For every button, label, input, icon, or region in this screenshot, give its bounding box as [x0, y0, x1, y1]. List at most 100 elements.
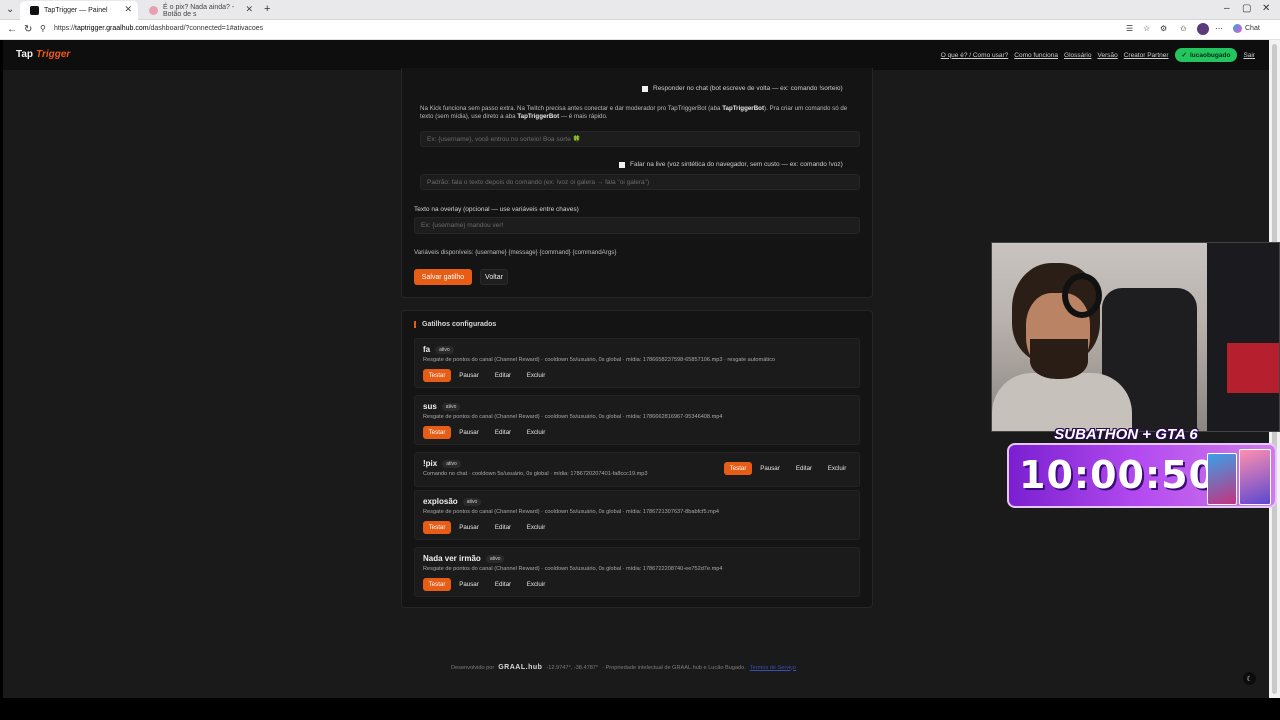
- available-variables: Variáveis disponíveis: {username} {messa…: [414, 249, 617, 256]
- edit-button[interactable]: Editar: [489, 369, 517, 382]
- close-icon[interactable]: ✕: [245, 4, 253, 15]
- theme-toggle-moon-icon[interactable]: ☾: [1243, 672, 1256, 685]
- url-field[interactable]: https://taptrigger.graalhub.com/dashboar…: [54, 25, 263, 32]
- triggers-card: Gatilhos configurados fa ativo Resgate de…: [401, 310, 873, 608]
- pause-button[interactable]: Pausar: [455, 369, 483, 382]
- tab-pix[interactable]: É o pix? Nada ainda? - Botão de s ✕: [139, 1, 259, 20]
- cam-beard: [1030, 339, 1088, 379]
- user-badge[interactable]: ✓ lucaobugado: [1174, 48, 1238, 62]
- trigger-name: Nada ver irmão ativo: [423, 554, 505, 563]
- graal-logo[interactable]: GRAAL.hub: [498, 664, 542, 671]
- avatar[interactable]: [1197, 23, 1209, 35]
- reload-icon[interactable]: ↻: [24, 25, 32, 35]
- nav-how-it-works[interactable]: Como funciona: [1014, 52, 1058, 59]
- note-bold: TapTriggerBot: [517, 113, 560, 120]
- nav-creator-partner[interactable]: Creator Partner: [1124, 52, 1169, 59]
- taptrigger-favicon-icon: [30, 6, 39, 15]
- platform-note: Na Kick funciona sem passo extra. Na Twi…: [420, 105, 860, 121]
- site-logo[interactable]: Tap Trigger: [16, 49, 70, 60]
- headset-icon: [1062, 273, 1102, 318]
- logo-trigger: Trigger: [36, 49, 71, 60]
- trigger-name: !pix ativo: [423, 459, 461, 468]
- test-button[interactable]: Testar: [423, 369, 451, 382]
- delete-button[interactable]: Excluir: [522, 521, 550, 534]
- delete-button[interactable]: Excluir: [522, 369, 550, 382]
- checkbox-label: Falar na live (voz sintética do navegado…: [630, 161, 843, 168]
- trigger-description: Resgate de pontos do canal (Channel Rewa…: [423, 509, 720, 515]
- reader-icon[interactable]: ☰: [1126, 25, 1133, 33]
- new-tab-icon[interactable]: +: [264, 4, 270, 15]
- overlay-text-input[interactable]: Ex: {username} mandou ver!: [414, 217, 860, 234]
- trigger-form-card: Responder no chat (bot escreve de volta …: [401, 68, 873, 298]
- copilot-icon: [1233, 24, 1242, 33]
- maximize-icon[interactable]: ▢: [1242, 4, 1251, 14]
- edit-button[interactable]: Editar: [489, 426, 517, 439]
- logo-tap: Tap: [16, 49, 34, 60]
- edit-button[interactable]: Editar: [790, 462, 818, 475]
- address-bar: ← ↻ ⚲ https://taptrigger.graalhub.com/da…: [0, 20, 1280, 40]
- tts-input[interactable]: Padrão: fala o texto depois do comando (…: [420, 174, 860, 190]
- trigger-name: sus ativo: [423, 402, 461, 411]
- pause-button[interactable]: Pausar: [455, 578, 483, 591]
- username: lucaobugado: [1189, 51, 1231, 59]
- nav-version[interactable]: Versão: [1097, 52, 1117, 59]
- window-close-icon[interactable]: ✕: [1262, 4, 1270, 14]
- trigger-item: sus ativo Resgate de pontos do canal (Cha…: [414, 395, 860, 445]
- chat-reply-input[interactable]: Ex: {username}, você entrou no sorteio! …: [420, 131, 860, 147]
- game-cover: [1207, 453, 1237, 505]
- edit-button[interactable]: Editar: [489, 521, 517, 534]
- url-path: /dashboard/?connected=1#ativacoes: [148, 25, 264, 32]
- test-button[interactable]: Testar: [423, 426, 451, 439]
- trigger-name-text: sus: [423, 402, 437, 411]
- speak-live-checkbox[interactable]: Falar na live (voz sintética do navegado…: [619, 161, 843, 168]
- minimize-icon[interactable]: –: [1224, 4, 1230, 14]
- status-badge: ativo: [462, 497, 482, 506]
- pause-button[interactable]: Pausar: [756, 462, 784, 475]
- trigger-name: fa ativo: [423, 345, 454, 354]
- terms-link[interactable]: Termos de Serviço: [750, 665, 796, 671]
- cam-shelf: [1227, 343, 1279, 393]
- back-button[interactable]: Voltar: [480, 269, 508, 285]
- trigger-item: explosão ativo Resgate de pontos do canal…: [414, 490, 860, 540]
- trigger-item: Nada ver irmão ativo Resgate de pontos do…: [414, 547, 860, 597]
- pause-button[interactable]: Pausar: [455, 521, 483, 534]
- tab-taptrigger[interactable]: TapTrigger — Painel ✕: [20, 1, 138, 20]
- placeholder: Ex: {username}, você entrou no sorteio! …: [427, 136, 581, 143]
- nav-glossary[interactable]: Glossário: [1064, 52, 1091, 59]
- webcam-overlay: [991, 242, 1280, 432]
- status-badge: ativo: [435, 345, 454, 354]
- cam-background: [1207, 243, 1279, 431]
- trigger-name: explosão ativo: [423, 497, 482, 506]
- status-badge: ativo: [441, 402, 461, 411]
- edit-button[interactable]: Editar: [489, 578, 517, 591]
- save-trigger-button[interactable]: Salvar gatilho: [414, 269, 472, 285]
- delete-button[interactable]: Excluir: [522, 578, 550, 591]
- tab-title: TapTrigger — Painel: [44, 7, 108, 14]
- pause-button[interactable]: Pausar: [455, 426, 483, 439]
- cam-body: [992, 373, 1132, 431]
- site-info-icon[interactable]: ⚲: [40, 25, 46, 33]
- checkbox-box[interactable]: [619, 161, 625, 168]
- delete-button[interactable]: Excluir: [522, 426, 550, 439]
- checkbox-box[interactable]: [642, 85, 648, 92]
- reply-in-chat-checkbox[interactable]: Responder no chat (bot escreve de volta …: [642, 85, 843, 92]
- menu-icon[interactable]: ⋯: [1215, 25, 1223, 33]
- subathon-banner: SUBATHON + GTA 6: [1054, 425, 1198, 443]
- tab-title: É o pix? Nada ainda? - Botão de s: [163, 3, 235, 18]
- close-icon[interactable]: ✕: [124, 4, 132, 15]
- checkbox-label: Responder no chat (bot escreve de volta …: [653, 85, 843, 92]
- test-button[interactable]: Testar: [423, 521, 451, 534]
- chat-label: Chat: [1245, 25, 1260, 32]
- extensions-icon[interactable]: ⚙: [1160, 25, 1167, 33]
- favorites-icon[interactable]: ✩: [1180, 25, 1187, 33]
- logout-link[interactable]: Sair: [1243, 52, 1255, 59]
- test-button[interactable]: Testar: [724, 462, 752, 475]
- trigger-description: Resgate de pontos do canal (Channel Rewa…: [423, 566, 723, 572]
- bookmark-star-icon[interactable]: ☆: [1143, 25, 1150, 33]
- copilot-chat-button[interactable]: Chat: [1233, 24, 1260, 33]
- back-icon[interactable]: ←: [7, 25, 17, 35]
- test-button[interactable]: Testar: [423, 578, 451, 591]
- tab-list-icon[interactable]: ⌄: [6, 5, 14, 15]
- nav-what-is[interactable]: O que é? / Como usar?: [941, 52, 1009, 59]
- delete-button[interactable]: Excluir: [823, 462, 851, 475]
